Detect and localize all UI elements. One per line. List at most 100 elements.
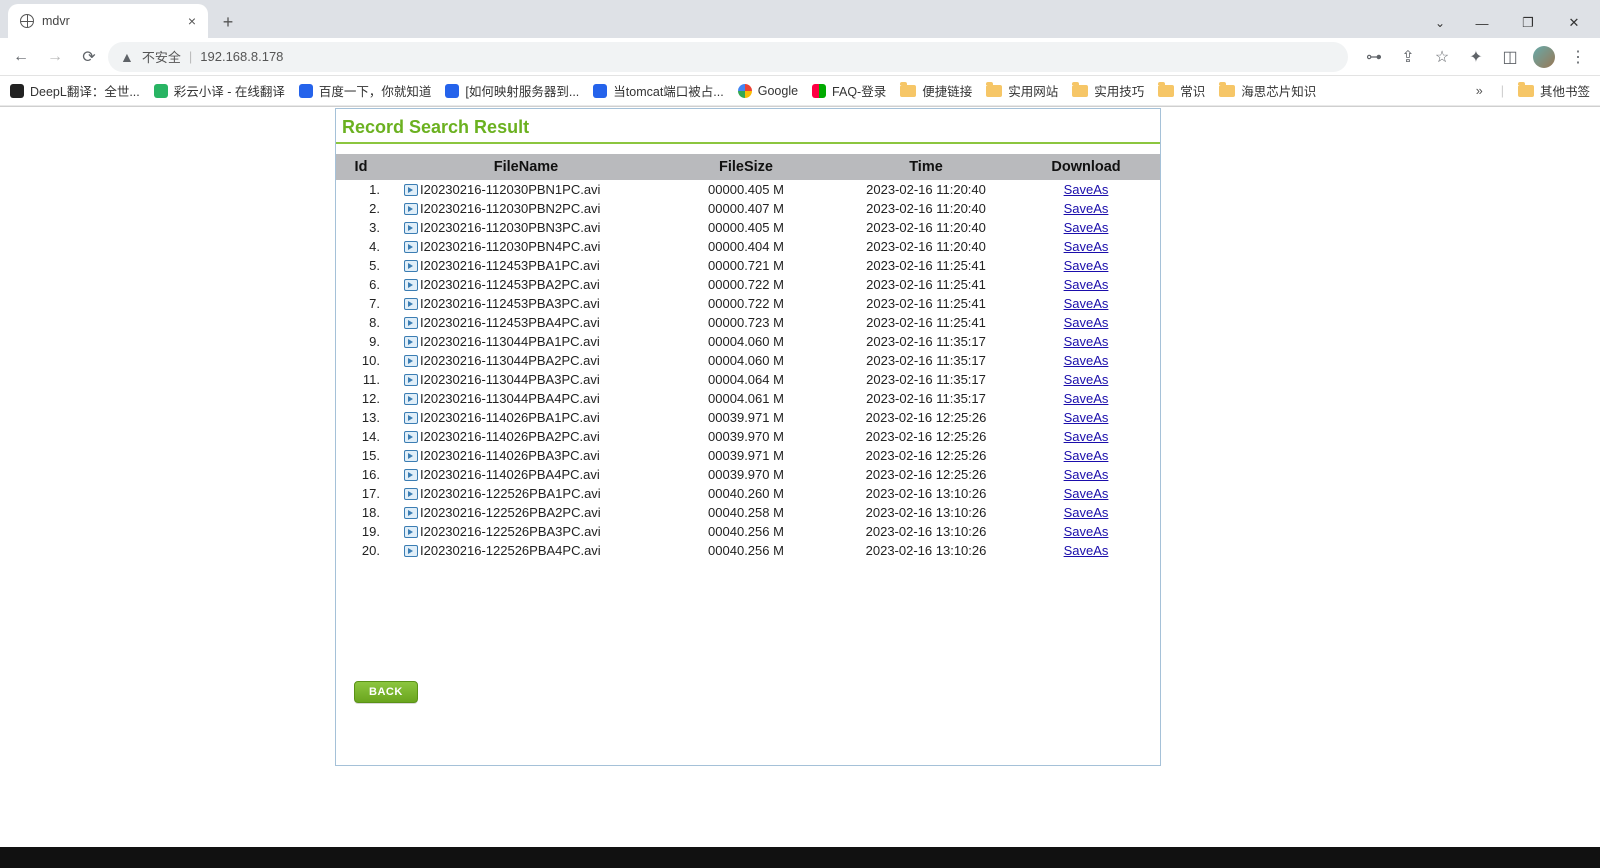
- bookmark-label: 彩云小译 - 在线翻译: [174, 81, 285, 100]
- saveas-link[interactable]: SaveAs: [1064, 543, 1109, 558]
- bookmark-item[interactable]: FAQ-登录: [812, 81, 886, 100]
- saveas-link[interactable]: SaveAs: [1064, 334, 1109, 349]
- saveas-link[interactable]: SaveAs: [1064, 220, 1109, 235]
- bookmark-icon: [593, 84, 607, 98]
- video-file-icon: [404, 184, 418, 196]
- video-file-icon: [404, 222, 418, 234]
- bookmark-item[interactable]: 海思芯片知识: [1219, 81, 1316, 100]
- cell-id: 9.: [336, 334, 386, 349]
- cell-id: 17.: [336, 486, 386, 501]
- table-row: 5.I20230216-112453PBA1PC.avi00000.721 M2…: [336, 256, 1160, 275]
- saveas-link[interactable]: SaveAs: [1064, 353, 1109, 368]
- bookmark-item[interactable]: 实用网站: [986, 81, 1058, 100]
- cell-filename: I20230216-112453PBA3PC.avi: [386, 296, 666, 311]
- cell-id: 5.: [336, 258, 386, 273]
- tab-close-icon[interactable]: ×: [178, 13, 196, 29]
- cell-time: 2023-02-16 11:20:40: [826, 201, 1026, 216]
- cell-filesize: 00004.061 M: [666, 391, 826, 406]
- col-filename-header: FileName: [386, 159, 666, 175]
- window-minimize-icon[interactable]: —: [1460, 8, 1504, 38]
- cell-filename: I20230216-114026PBA4PC.avi: [386, 467, 666, 482]
- cell-download: SaveAs: [1026, 315, 1146, 330]
- bookmark-item[interactable]: 百度一下，你就知道: [299, 81, 432, 100]
- cell-filename: I20230216-113044PBA1PC.avi: [386, 334, 666, 349]
- star-icon[interactable]: ☆: [1426, 41, 1458, 73]
- cell-filesize: 00004.060 M: [666, 334, 826, 349]
- window-close-icon[interactable]: ✕: [1552, 8, 1596, 38]
- window-maximize-icon[interactable]: ❐: [1506, 8, 1550, 38]
- cell-time: 2023-02-16 11:25:41: [826, 296, 1026, 311]
- bookmark-item[interactable]: 便捷链接: [900, 81, 972, 100]
- back-button[interactable]: BACK: [354, 681, 418, 703]
- bookmark-item[interactable]: 当tomcat端口被占...: [593, 81, 723, 100]
- col-filesize-header: FileSize: [666, 159, 826, 175]
- key-icon[interactable]: ⊶: [1358, 41, 1390, 73]
- address-bar[interactable]: ▲ 不安全 | 192.168.8.178: [108, 42, 1348, 72]
- saveas-link[interactable]: SaveAs: [1064, 258, 1109, 273]
- cell-time: 2023-02-16 12:25:26: [826, 467, 1026, 482]
- saveas-link[interactable]: SaveAs: [1064, 505, 1109, 520]
- saveas-link[interactable]: SaveAs: [1064, 410, 1109, 425]
- bookmark-item[interactable]: 实用技巧: [1072, 81, 1144, 100]
- bookmark-item[interactable]: DeepL翻译：全世...: [10, 81, 140, 100]
- cell-time: 2023-02-16 11:20:40: [826, 239, 1026, 254]
- cell-filesize: 00039.971 M: [666, 448, 826, 463]
- saveas-link[interactable]: SaveAs: [1064, 277, 1109, 292]
- cell-id: 8.: [336, 315, 386, 330]
- extensions-icon[interactable]: ✦: [1460, 41, 1492, 73]
- security-warning-icon: ▲: [120, 49, 134, 65]
- bookmark-item[interactable]: 彩云小译 - 在线翻译: [154, 81, 285, 100]
- cell-id: 7.: [336, 296, 386, 311]
- cell-filename: I20230216-112453PBA4PC.avi: [386, 315, 666, 330]
- saveas-link[interactable]: SaveAs: [1064, 486, 1109, 501]
- profile-avatar[interactable]: [1528, 41, 1560, 73]
- browser-tab[interactable]: mdvr ×: [8, 4, 208, 38]
- cell-id: 10.: [336, 353, 386, 368]
- video-file-icon: [404, 279, 418, 291]
- menu-kebab-icon[interactable]: ⋮: [1562, 41, 1594, 73]
- bookmark-label: DeepL翻译：全世...: [30, 81, 140, 100]
- panel-title: Record Search Result: [336, 109, 1160, 144]
- saveas-link[interactable]: SaveAs: [1064, 182, 1109, 197]
- share-icon[interactable]: ⇪: [1392, 41, 1424, 73]
- cell-id: 2.: [336, 201, 386, 216]
- video-file-icon: [404, 431, 418, 443]
- sidepanel-icon[interactable]: ◫: [1494, 41, 1526, 73]
- saveas-link[interactable]: SaveAs: [1064, 448, 1109, 463]
- nav-forward-button[interactable]: →: [40, 42, 70, 72]
- nav-reload-button[interactable]: ⟳: [74, 42, 104, 72]
- saveas-link[interactable]: SaveAs: [1064, 429, 1109, 444]
- cell-download: SaveAs: [1026, 429, 1146, 444]
- filename-text: I20230216-114026PBA4PC.avi: [420, 467, 600, 482]
- saveas-link[interactable]: SaveAs: [1064, 201, 1109, 216]
- bookmark-item[interactable]: 常识: [1158, 81, 1205, 100]
- bookmark-overflow-icon[interactable]: »: [1472, 84, 1487, 98]
- saveas-link[interactable]: SaveAs: [1064, 315, 1109, 330]
- cell-filesize: 00040.260 M: [666, 486, 826, 501]
- tab-title: mdvr: [42, 14, 70, 28]
- saveas-link[interactable]: SaveAs: [1064, 524, 1109, 539]
- video-file-icon: [404, 298, 418, 310]
- table-row: 13.I20230216-114026PBA1PC.avi00039.971 M…: [336, 408, 1160, 427]
- bookmark-icon: [986, 85, 1002, 97]
- cell-filename: I20230216-112030PBN3PC.avi: [386, 220, 666, 235]
- saveas-link[interactable]: SaveAs: [1064, 391, 1109, 406]
- cell-time: 2023-02-16 13:10:26: [826, 505, 1026, 520]
- table-row: 3.I20230216-112030PBN3PC.avi00000.405 M2…: [336, 218, 1160, 237]
- saveas-link[interactable]: SaveAs: [1064, 239, 1109, 254]
- os-taskbar: [0, 847, 1600, 868]
- new-tab-button[interactable]: +: [214, 8, 242, 36]
- table-body-scroll[interactable]: 1.I20230216-112030PBN1PC.avi00000.405 M2…: [336, 180, 1160, 570]
- bookmark-bar: DeepL翻译：全世... 彩云小译 - 在线翻译百度一下，你就知道 [如何映射服务…: [0, 76, 1600, 106]
- window-dropdown-icon[interactable]: ⌄: [1422, 8, 1458, 38]
- bookmark-item[interactable]: [如何映射服务器到...: [445, 81, 579, 100]
- bookmark-other[interactable]: 其他书签: [1518, 81, 1590, 100]
- table-row: 9.I20230216-113044PBA1PC.avi00004.060 M2…: [336, 332, 1160, 351]
- saveas-link[interactable]: SaveAs: [1064, 467, 1109, 482]
- bookmark-item[interactable]: Google: [738, 84, 798, 98]
- cell-download: SaveAs: [1026, 372, 1146, 387]
- saveas-link[interactable]: SaveAs: [1064, 372, 1109, 387]
- cell-id: 1.: [336, 182, 386, 197]
- saveas-link[interactable]: SaveAs: [1064, 296, 1109, 311]
- nav-back-button[interactable]: ←: [6, 42, 36, 72]
